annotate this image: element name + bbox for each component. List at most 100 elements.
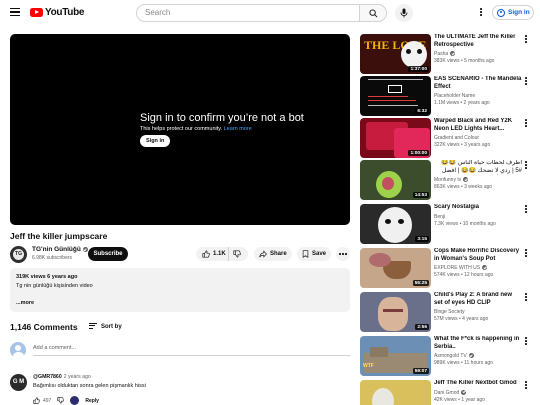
recommended-channel[interactable]: Asmongold TV bbox=[434, 353, 522, 359]
video-thumbnail[interactable]: WTF 59:07 bbox=[360, 336, 431, 376]
comments-count: 1,146 Comments bbox=[10, 322, 78, 332]
recommended-video-title[interactable]: The ULTIMATE Jeff the Killer Retrospecti… bbox=[434, 34, 522, 49]
video-more-icon[interactable] bbox=[525, 293, 528, 302]
recommended-channel[interactable]: Benji bbox=[434, 214, 522, 220]
video-more-icon[interactable] bbox=[525, 249, 528, 258]
bookmark-icon bbox=[302, 250, 309, 258]
comment-author-handle[interactable]: @GMR7860 bbox=[33, 374, 62, 380]
video-thumbnail[interactable]: 6:32 bbox=[360, 76, 431, 116]
recommended-video-meta: 574K views • 12 hours ago bbox=[434, 272, 494, 278]
subscribe-button[interactable]: Subscribe bbox=[88, 247, 128, 261]
recommended-channel-name: EXPLORE WITH US bbox=[434, 265, 481, 271]
recommended-video-title[interactable]: Warped Black and Red Y2K Neon LED Lights… bbox=[434, 118, 522, 133]
video-thumbnail[interactable]: 3:15 bbox=[360, 204, 431, 244]
recommended-channel[interactable]: Placeholder Name bbox=[434, 93, 522, 99]
recommended-video-title[interactable]: Scary Nostalgia bbox=[434, 204, 522, 212]
verified-icon bbox=[461, 389, 467, 395]
video-more-icon[interactable] bbox=[525, 77, 528, 86]
recommended-video-title[interactable]: اطرف لحظات حياة الناس 😂😂 #5 | ردي لا تضح… bbox=[434, 160, 522, 175]
recommended-channel[interactable]: Dani Gmod bbox=[434, 390, 522, 396]
video-thumbnail[interactable]: 55:25 bbox=[360, 248, 431, 288]
save-label: Save bbox=[312, 251, 327, 257]
video-more-icon[interactable] bbox=[525, 35, 528, 44]
recommended-channel[interactable]: EXPLORE WITH US bbox=[434, 265, 522, 271]
voice-search-button[interactable] bbox=[395, 4, 413, 22]
sort-label: Sort by bbox=[101, 323, 122, 330]
recommended-channel-name: Benji bbox=[434, 213, 446, 220]
sign-in-button[interactable]: Sign in bbox=[492, 5, 534, 20]
search-input[interactable]: Search bbox=[136, 4, 360, 22]
recommended-channel-name: Monfunny tv bbox=[434, 177, 462, 183]
like-button[interactable]: 1.1K bbox=[196, 247, 229, 261]
video-duration: 55:25 bbox=[412, 280, 429, 286]
player-overlay-subtitle: This helps protect our community. Learn … bbox=[140, 126, 252, 132]
channel-avatar[interactable]: TG bbox=[10, 246, 27, 263]
current-user-avatar bbox=[10, 342, 26, 358]
search-button[interactable] bbox=[359, 4, 387, 22]
video-player[interactable]: Sign in to confirm you’re not a bot This… bbox=[10, 34, 350, 225]
recommended-channel[interactable]: Monfunny tv bbox=[434, 177, 522, 183]
video-thumbnail[interactable]: THE LORE 1:37:00 bbox=[360, 34, 431, 74]
comment-author-avatar[interactable]: G M bbox=[10, 374, 27, 391]
recommended-video-title[interactable]: What the F*ck is happening in Serbia.. bbox=[434, 336, 522, 351]
microphone-icon bbox=[400, 8, 408, 18]
recommended-channel[interactable]: Gradient and Colour bbox=[434, 135, 522, 141]
video-thumbnail[interactable]: 14:53 bbox=[360, 160, 431, 200]
recommended-video[interactable]: 14:53 اطرف لحظات حياة الناس 😂😂 #5 | ردي … bbox=[360, 160, 540, 200]
menu-icon[interactable] bbox=[10, 8, 20, 17]
recommended-video-title[interactable]: Cops Make Horrific Discovery in Woman's … bbox=[434, 248, 522, 263]
thumbnail-text-line bbox=[368, 96, 408, 98]
save-button[interactable]: Save bbox=[297, 247, 331, 261]
recommended-video-title[interactable]: Jeff The Killer Nextbot Gmod bbox=[434, 380, 522, 388]
account-icon bbox=[497, 8, 505, 17]
recommended-video[interactable]: 2:56 Child's Play 2: A brand new set of … bbox=[360, 292, 540, 332]
channel-name[interactable]: TG'nin Günlüğü bbox=[32, 246, 88, 253]
recommended-video-meta: 57M views • 4 years ago bbox=[434, 316, 489, 322]
comment-thumbs-down-icon[interactable] bbox=[57, 397, 65, 404]
video-thumbnail[interactable]: 2:56 bbox=[360, 292, 431, 332]
view-count-date: 319K views 6 years ago bbox=[16, 274, 78, 280]
video-more-icon[interactable] bbox=[525, 381, 528, 390]
learn-more-link[interactable]: Learn more bbox=[224, 126, 252, 132]
comment-time[interactable]: 2 years ago bbox=[64, 374, 91, 380]
verified-icon bbox=[82, 246, 88, 252]
youtube-logo[interactable]: YouTube bbox=[30, 7, 85, 18]
recommended-channel[interactable]: Pasha bbox=[434, 51, 522, 57]
show-more-button[interactable]: ...more bbox=[16, 300, 344, 306]
video-more-icon[interactable] bbox=[525, 205, 528, 214]
comment-like-count: 497 bbox=[43, 397, 52, 404]
video-more-icon[interactable] bbox=[525, 119, 528, 128]
thumbnail-face-image bbox=[378, 207, 412, 243]
recommended-video[interactable]: THE LORE 1:37:00 The ULTIMATE Jeff the K… bbox=[360, 34, 540, 74]
recommended-video[interactable]: WTF 59:07 What the F*ck is happening in … bbox=[360, 336, 540, 376]
player-sign-in-button[interactable]: Sign in bbox=[140, 135, 171, 147]
recommended-video-meta: 863K views • 3 weeks ago bbox=[434, 184, 493, 190]
verified-icon bbox=[450, 51, 456, 57]
recommended-video[interactable]: 55:25 Cops Make Horrific Discovery in Wo… bbox=[360, 248, 540, 288]
recommended-video[interactable]: 6:32 EAS SCENARIO - The Mandela Effect P… bbox=[360, 76, 540, 116]
settings-more-icon[interactable] bbox=[480, 8, 483, 17]
recommended-channel-name: Pasha bbox=[434, 51, 449, 57]
recommended-video[interactable]: 1:00:00 Warped Black and Red Y2K Neon LE… bbox=[360, 118, 540, 158]
comment-thumbs-up-icon[interactable] bbox=[33, 397, 40, 404]
share-button[interactable]: Share bbox=[254, 247, 292, 261]
recommended-video[interactable]: 3:15 Scary Nostalgia Benji 7.3K views • … bbox=[360, 204, 540, 244]
recommended-channel[interactable]: Binge Society bbox=[434, 309, 522, 315]
video-duration: 3:15 bbox=[415, 236, 429, 242]
video-thumbnail[interactable]: 1:00:00 bbox=[360, 118, 431, 158]
video-more-icon[interactable] bbox=[525, 337, 528, 346]
recommended-video-title[interactable]: Child's Play 2: A brand new set of eyes … bbox=[434, 292, 522, 307]
recommended-video[interactable]: Jeff The Killer Nextbot Gmod Dani Gmod 4… bbox=[360, 380, 540, 405]
recommended-video-meta: 322K views • 3 years ago bbox=[434, 142, 491, 148]
video-thumbnail[interactable] bbox=[360, 380, 431, 405]
recommended-channel-name: Gradient and Colour bbox=[434, 135, 480, 141]
description-box[interactable]: 319K views 6 years ago Tg nin günlüğü ki… bbox=[10, 268, 350, 312]
recommended-video-title[interactable]: EAS SCENARIO - The Mandela Effect bbox=[434, 76, 522, 91]
dislike-button[interactable] bbox=[229, 245, 241, 263]
channel-avatar-text: TG bbox=[13, 249, 24, 260]
video-more-icon[interactable] bbox=[525, 161, 528, 170]
more-actions-button[interactable] bbox=[336, 247, 350, 261]
add-comment-input[interactable]: Add a comment... bbox=[33, 345, 350, 356]
reply-button[interactable]: Reply bbox=[85, 398, 99, 404]
sort-comments-button[interactable]: Sort by bbox=[89, 323, 122, 330]
